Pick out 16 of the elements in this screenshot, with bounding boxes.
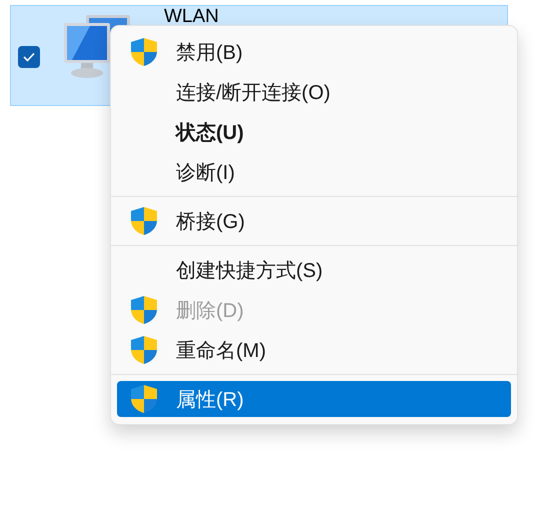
shield-icon [130,335,158,365]
menu-item[interactable]: 创建快捷方式(S) [117,252,511,288]
shield-icon [130,37,158,67]
menu-item[interactable]: 连接/断开连接(O) [117,74,511,110]
shield-icon [130,206,158,236]
shield-icon [130,295,158,325]
menu-item[interactable]: 属性(R) [117,381,511,417]
menu-item[interactable]: 状态(U) [117,114,511,150]
menu-item[interactable]: 重命名(M) [117,332,511,368]
checkbox[interactable] [18,46,40,68]
shield-icon [130,384,158,414]
adapter-name: WLAN [164,7,219,26]
menu-item[interactable]: 桥接(G) [117,203,511,239]
checkmark-icon [23,52,35,62]
menu-item[interactable]: 诊断(I) [117,154,511,190]
menu-item[interactable]: 禁用(B) [117,34,511,70]
